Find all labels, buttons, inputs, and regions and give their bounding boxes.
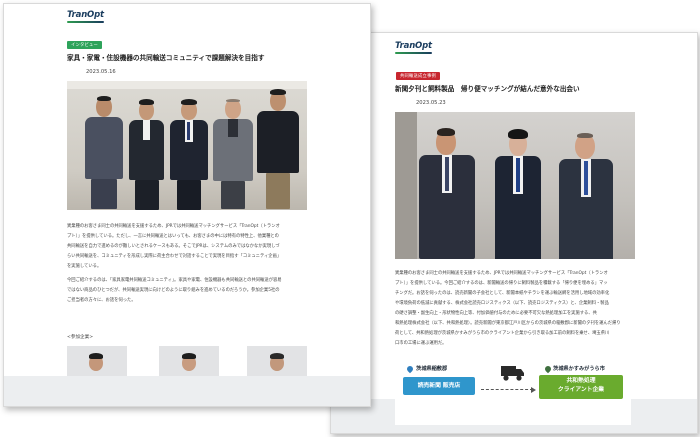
body-line: を実施している。 <box>67 264 102 269</box>
dest-company-box: 共和熱処理 クライアント企業 <box>539 375 623 399</box>
photo-door <box>395 112 417 259</box>
body-line: や環境負荷の低減に貢献する、株式会社読売ロジスティクス（以下、読売ロジスティクス… <box>395 301 609 306</box>
body-line: 和熱処理株式会社（以下、共和熱処理）。読売新聞が東京都江戸川区からの茨城県の稲敷… <box>395 321 621 326</box>
partner-photo <box>247 346 307 376</box>
article-photo <box>67 81 307 210</box>
partner-photo <box>159 346 219 376</box>
category-badge: 共同輸送成立事例 <box>396 72 440 80</box>
article-page-left: TranOpt インタビュー 家具・家電・住設機器の共同輸送コミュニティで課題解… <box>3 3 371 407</box>
article-title: 新聞夕刊と飼料製品 帰り便マッチングが結んだ意外な出会い <box>395 85 580 93</box>
article-date: 2023.05.23 <box>416 100 446 106</box>
body-line: 荷として、共和熱処理が茨城県かすみがうら市のクライアント企業から引き取る加工前の… <box>395 331 610 336</box>
article-body: 異業種のお客さま同士の共同輸送を支援するため、JPRでは共同輸送マッチングサービ… <box>395 269 621 353</box>
article-date: 2023.05.16 <box>86 69 116 75</box>
body-paragraph: 異業種のお客さま同士の共同輸送を支援するため、JPRでは共同輸送マッチングサービ… <box>67 222 282 272</box>
truck-icon <box>501 366 524 381</box>
body-paragraph: 異業種のお客さま同士の共同輸送を支援するため、JPRでは共同輸送マッチングサービ… <box>395 269 621 349</box>
article-photo <box>395 112 635 259</box>
dest-company-name: 共和熱処理 <box>566 378 596 384</box>
article-body: 異業種のお客さま同士の共同輸送を支援するため、JPRでは共同輸送マッチングサービ… <box>67 222 282 310</box>
route-diagram: 茨城県稲敷郡 読売新聞 販売店 茨城県かすみがうら市 共和熱処理 クライアント企… <box>395 359 631 425</box>
partner-photo <box>67 346 127 376</box>
arrowhead-icon <box>531 387 536 393</box>
body-line: ではない商品のひとつだが、共同輸送実現に向けどのように取り組みを進めているのだろ… <box>67 288 280 293</box>
body-line: 今回ご紹介するのは、「家具家電共同輸送コミュニティ」。家具や家電、住設機器も共同… <box>67 278 282 283</box>
route-arrow <box>481 389 533 390</box>
body-line: 共同輸送を自力で進めるのが難しいとされるケースもある。そこでJPRは、システムの… <box>67 244 280 249</box>
origin-company-box: 読売新聞 販売店 <box>403 377 475 395</box>
article-title: 家具・家電・住設機器の共同輸送コミュニティで課題解決を目指す <box>67 54 265 62</box>
tranopt-logo[interactable]: TranOpt <box>395 41 432 54</box>
article-page-right: TranOpt 共同輸送成立事例 新聞夕刊と飼料製品 帰り便マッチングが結んだ意… <box>330 32 698 434</box>
body-line: プト）」を提供している。ただし、一言に共同輸送とはいっても、お客さまの中には特有… <box>67 234 279 239</box>
body-line: 異業種のお客さま同士の共同輸送を支援するため、JPRでは共同輸送マッチングサービ… <box>395 271 608 276</box>
dest-place: 茨城県かすみがうら市 <box>553 366 605 372</box>
origin-place: 茨城県稲敷郡 <box>416 366 448 372</box>
dest-company-sub: クライアント企業 <box>557 387 605 393</box>
photo-ceiling <box>67 81 307 89</box>
bottom-shade <box>4 376 370 406</box>
tranopt-logo[interactable]: TranOpt <box>67 10 104 23</box>
body-line: チングだ。お話を伺ったのは、読売新聞の子会社として、新聞本紙やチラシを運ぶ輸送網… <box>395 291 610 296</box>
body-line: らい共同輸送を、コミュニティを形成し実際に荷主合わせで対話することで実現を目指す… <box>67 254 282 259</box>
category-badge: インタビュー <box>67 41 102 49</box>
body-line: ご担当者の方々に、お話を伺った。 <box>67 298 136 303</box>
map-pin-icon <box>405 364 415 374</box>
body-paragraph: 今回ご紹介するのは、「家具家電共同輸送コミュニティ」。家具や家電、住設機器も共同… <box>67 276 282 306</box>
body-line: の硬さ調整・副生向上・形状物性向上等、付加価値付与のために必要不可欠な熱処理加工… <box>395 311 597 316</box>
partners-label: <参加企業> <box>67 335 94 340</box>
body-line: プト）」を提供している。今回ご紹介するのは、新聞輸送の帰りに飼料製品を積載する「… <box>395 281 608 286</box>
body-line: 口市の工場に運ぶ運用だ。 <box>395 341 447 346</box>
map-pin-icon <box>543 364 553 374</box>
body-line: 異業種のお客さま同士の共同輸送を支援するため、JPRでは共同輸送マッチングサービ… <box>67 224 280 229</box>
